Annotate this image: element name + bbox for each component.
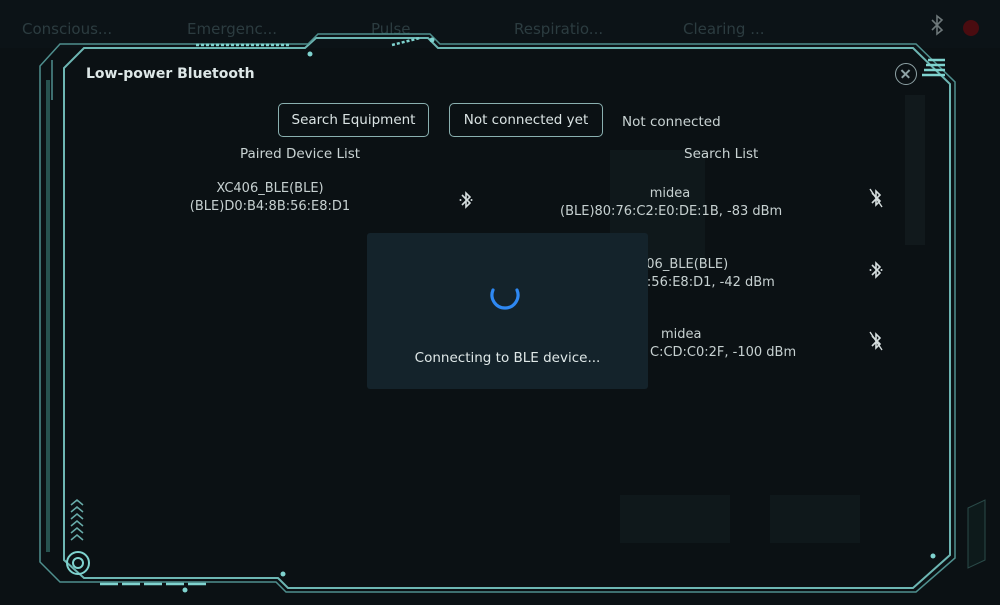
paired-device-list-header: Paired Device List: [240, 146, 361, 162]
device-name: XC406_BLE(BLE): [216, 181, 324, 196]
bluetooth-searching-icon[interactable]: [869, 260, 883, 280]
search-device-item[interactable]: midea C:CD:C0:2F, -100 dBm: [650, 326, 810, 362]
device-address: (BLE)80:76:C2:E0:DE:1B, -83 dBm: [560, 204, 783, 219]
close-icon[interactable]: [895, 63, 917, 85]
device-name: 406_BLE(BLE): [638, 257, 729, 272]
device-name: midea: [649, 186, 691, 201]
search-list-header: Search List: [684, 146, 759, 162]
bluetooth-disconnected-icon[interactable]: [869, 188, 883, 208]
search-device-item[interactable]: 406_BLE(BLE) B:56:E8:D1, -42 dBm: [638, 256, 798, 292]
device-name: midea: [661, 327, 702, 342]
connection-status-text: Not connected: [622, 114, 721, 130]
loading-message: Connecting to BLE device...: [414, 350, 601, 366]
bluetooth-searching-icon[interactable]: [459, 190, 473, 210]
search-device-item[interactable]: midea (BLE)80:76:C2:E0:DE:1B, -83 dBm: [560, 185, 783, 221]
bluetooth-disconnected-icon[interactable]: [869, 331, 883, 351]
paired-device-item[interactable]: XC406_BLE(BLE) (BLE)D0:B4:8B:56:E8:D1: [175, 180, 365, 216]
connection-status-button[interactable]: Not connected yet: [449, 103, 603, 137]
search-equipment-button[interactable]: Search Equipment: [278, 103, 429, 137]
device-address: B:56:E8:D1, -42 dBm: [638, 275, 775, 290]
device-address: C:CD:C0:2F, -100 dBm: [650, 345, 797, 360]
dialog-title: Low-power Bluetooth: [86, 66, 255, 82]
loading-spinner-icon: [490, 288, 520, 310]
device-address: (BLE)D0:B4:8B:56:E8:D1: [189, 199, 351, 214]
